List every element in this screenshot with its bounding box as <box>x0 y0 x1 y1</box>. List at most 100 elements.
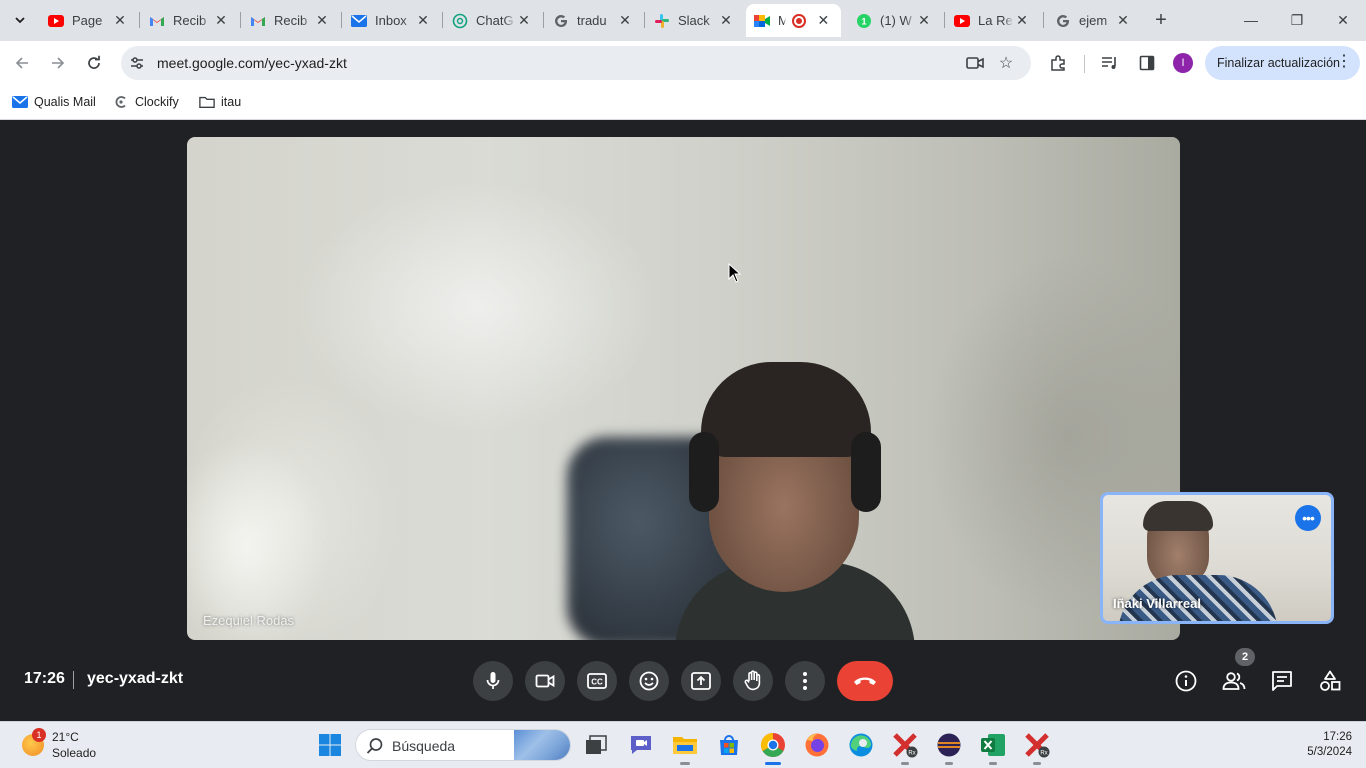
arrow-right-icon <box>52 57 65 69</box>
bookmark-clockify[interactable]: Clockify <box>113 92 179 112</box>
headphone-left-shape <box>689 432 719 512</box>
weather-condition[interactable]: Soleado <box>52 746 96 760</box>
meeting-time: 17:26 <box>24 670 65 687</box>
store-button[interactable] <box>715 731 743 759</box>
file-explorer-button[interactable] <box>671 731 699 759</box>
tab-title: ChatG <box>476 13 514 28</box>
rx-app-button[interactable]: Rx <box>1023 731 1051 759</box>
task-view-button[interactable] <box>582 731 610 759</box>
meeting-details-button[interactable] <box>1172 667 1200 695</box>
xmind-button[interactable]: Rx <box>891 731 919 759</box>
leave-call-button[interactable] <box>837 661 893 701</box>
close-icon[interactable]: ✕ <box>516 12 532 29</box>
more-vert-icon[interactable]: ⋮ <box>1336 53 1352 71</box>
mouse-cursor-icon <box>728 263 742 283</box>
edge-button[interactable] <box>847 731 875 759</box>
browser-toolbar: meet.google.com/yec-yxad-zkt ☆ I Finaliz… <box>0 41 1366 85</box>
new-tab-button[interactable]: + <box>1150 9 1172 31</box>
present-button[interactable] <box>681 661 721 701</box>
google-icon <box>553 13 569 29</box>
bookmark-label: Qualis Mail <box>34 95 96 109</box>
tab-search-button[interactable] <box>8 8 32 32</box>
browser-tab[interactable]: ChatG ✕ <box>444 4 542 37</box>
close-icon[interactable]: ✕ <box>1115 12 1131 29</box>
bookmark-label: Clockify <box>135 95 179 109</box>
activities-button[interactable] <box>1316 667 1344 695</box>
search-icon <box>366 738 383 754</box>
main-participant-video[interactable]: Ezequiel Rodas <box>187 137 1180 640</box>
forward-button[interactable] <box>46 51 70 75</box>
finish-update-button[interactable]: Finalizar actualización ⋮ <box>1205 46 1360 80</box>
close-icon[interactable]: ✕ <box>816 12 831 29</box>
bookmark-star-icon[interactable]: ☆ <box>997 54 1015 72</box>
hair-shape <box>701 362 871 457</box>
reload-button[interactable] <box>82 51 106 75</box>
bookmark-qualis-mail[interactable]: Qualis Mail <box>12 92 96 112</box>
browser-tab[interactable]: Slack ✕ <box>646 4 744 37</box>
self-participant-tile[interactable]: ••• Iñaki Villarreal <box>1100 492 1334 624</box>
tab-title: ejem <box>1079 13 1108 28</box>
browser-tab[interactable]: Recib ✕ <box>242 4 340 37</box>
close-icon[interactable]: ✕ <box>1014 12 1030 29</box>
close-icon[interactable]: ✕ <box>617 12 633 29</box>
close-icon[interactable]: ✕ <box>916 12 932 29</box>
close-icon[interactable]: ✕ <box>415 12 431 29</box>
people-button[interactable] <box>1220 667 1248 695</box>
participant-count-badge: 2 <box>1235 648 1255 666</box>
browser-tab[interactable]: Inbox ✕ <box>343 4 441 37</box>
close-icon[interactable]: ✕ <box>213 12 229 29</box>
excel-icon <box>981 734 1005 756</box>
browser-tab[interactable]: Page ✕ <box>40 4 138 37</box>
chrome-button[interactable] <box>759 731 787 759</box>
profile-avatar[interactable]: I <box>1173 53 1193 73</box>
media-control-icon[interactable] <box>1099 52 1121 74</box>
more-options-button[interactable] <box>785 661 825 701</box>
minimize-button[interactable]: — <box>1238 8 1264 32</box>
restore-button[interactable]: ❐ <box>1284 8 1310 32</box>
tab-title: Inbox <box>375 13 407 28</box>
headphone-right-shape <box>851 432 881 512</box>
browser-tab[interactable]: Recib ✕ <box>141 4 239 37</box>
excel-button[interactable] <box>979 731 1007 759</box>
reactions-button[interactable] <box>629 661 669 701</box>
close-icon[interactable]: ✕ <box>718 12 734 29</box>
browser-tab[interactable]: 1 (1) W ✕ <box>848 4 942 37</box>
back-button[interactable] <box>10 51 34 75</box>
close-icon[interactable]: ✕ <box>314 12 330 29</box>
info-icon <box>1175 670 1197 692</box>
system-clock[interactable]: 17:26 5/3/2024 <box>1307 730 1352 760</box>
url-text[interactable]: meet.google.com/yec-yxad-zkt <box>157 55 347 71</box>
divider <box>73 671 74 689</box>
chevron-down-icon <box>15 17 25 24</box>
bookmark-folder-itau[interactable]: itau <box>199 92 241 112</box>
youtube-icon <box>954 13 970 29</box>
start-button[interactable] <box>316 731 344 759</box>
taskbar-search[interactable]: Búsqueda <box>355 729 571 761</box>
extensions-icon[interactable] <box>1047 52 1069 74</box>
tab-divider <box>139 12 140 28</box>
teams-chat-button[interactable] <box>627 731 655 759</box>
more-horiz-icon[interactable]: ••• <box>1295 505 1321 531</box>
camera-in-use-icon[interactable] <box>966 54 984 72</box>
raise-hand-button[interactable] <box>733 661 773 701</box>
microphone-button[interactable] <box>473 661 513 701</box>
present-screen-icon <box>691 672 711 690</box>
weather-temperature[interactable]: 21°C <box>52 730 79 744</box>
address-bar[interactable]: meet.google.com/yec-yxad-zkt ☆ <box>121 46 1031 80</box>
side-panel-icon[interactable] <box>1136 52 1158 74</box>
browser-tab[interactable]: La Re ✕ <box>946 4 1040 37</box>
browser-tab-active[interactable]: M ✕ <box>746 4 841 37</box>
browser-tab[interactable]: tradu ✕ <box>545 4 643 37</box>
update-button-label: Finalizar actualización <box>1217 56 1340 70</box>
camera-button[interactable] <box>525 661 565 701</box>
close-icon[interactable]: ✕ <box>112 12 128 29</box>
recording-icon <box>792 13 806 28</box>
eclipse-button[interactable] <box>935 731 963 759</box>
browser-tab[interactable]: ejem ✕ <box>1047 4 1141 37</box>
firefox-button[interactable] <box>803 731 831 759</box>
captions-button[interactable]: CC <box>577 661 617 701</box>
eclipse-icon <box>937 733 961 757</box>
site-settings-icon[interactable] <box>129 55 145 71</box>
close-window-button[interactable]: ✕ <box>1330 8 1356 32</box>
chat-button[interactable] <box>1268 667 1296 695</box>
